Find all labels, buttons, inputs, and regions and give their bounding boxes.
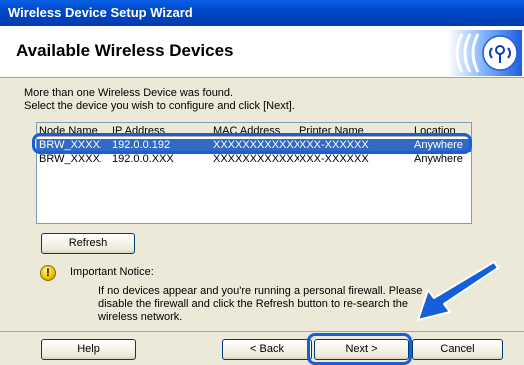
intro-line-1: More than one Wireless Device was found. bbox=[24, 87, 234, 99]
cell-printer-name: XXX-XXXXXX bbox=[299, 153, 369, 165]
exclamation-icon: ! bbox=[40, 265, 56, 281]
intro-text: More than one Wireless Device was found.… bbox=[24, 87, 295, 113]
next-button-highlight bbox=[307, 333, 412, 365]
wifi-logo-icon bbox=[448, 30, 522, 76]
notice-body: If no devices appear and you're running … bbox=[98, 285, 438, 324]
cell-node-name: BRW_XXXXXX bbox=[39, 153, 101, 165]
refresh-button[interactable]: Refresh bbox=[41, 233, 135, 254]
intro-line-2: Select the device you wish to configure … bbox=[24, 100, 295, 112]
cell-ip-address: 192.0.0.XXX bbox=[112, 153, 174, 165]
back-button[interactable]: < Back bbox=[222, 339, 312, 360]
window-title: Wireless Device Setup Wizard bbox=[8, 5, 193, 20]
cell-mac-address: XXXXXXXXXXXX bbox=[213, 153, 299, 165]
title-bar: Wireless Device Setup Wizard bbox=[0, 0, 524, 26]
notice-title: Important Notice: bbox=[70, 266, 154, 278]
selected-row-highlight bbox=[32, 133, 472, 154]
notice-line-2: disable the firewall and click the Refre… bbox=[98, 298, 408, 310]
notice-line-3: wireless network. bbox=[98, 311, 183, 323]
cell-location: Anywhere bbox=[414, 153, 463, 165]
page-title: Available Wireless Devices bbox=[16, 41, 234, 60]
cancel-button[interactable]: Cancel bbox=[412, 339, 503, 360]
help-button[interactable]: Help bbox=[41, 339, 136, 360]
notice-line-1: If no devices appear and you're running … bbox=[98, 285, 423, 297]
footer-divider bbox=[0, 331, 524, 332]
header-panel: Available Wireless Devices bbox=[0, 26, 524, 78]
device-row-2[interactable]: BRW_XXXXXX 192.0.0.XXX XXXXXXXXXXXX XXX-… bbox=[37, 153, 471, 166]
wizard-window: Wireless Device Setup Wizard Available W… bbox=[0, 0, 524, 365]
pointer-arrow-icon bbox=[417, 261, 499, 321]
